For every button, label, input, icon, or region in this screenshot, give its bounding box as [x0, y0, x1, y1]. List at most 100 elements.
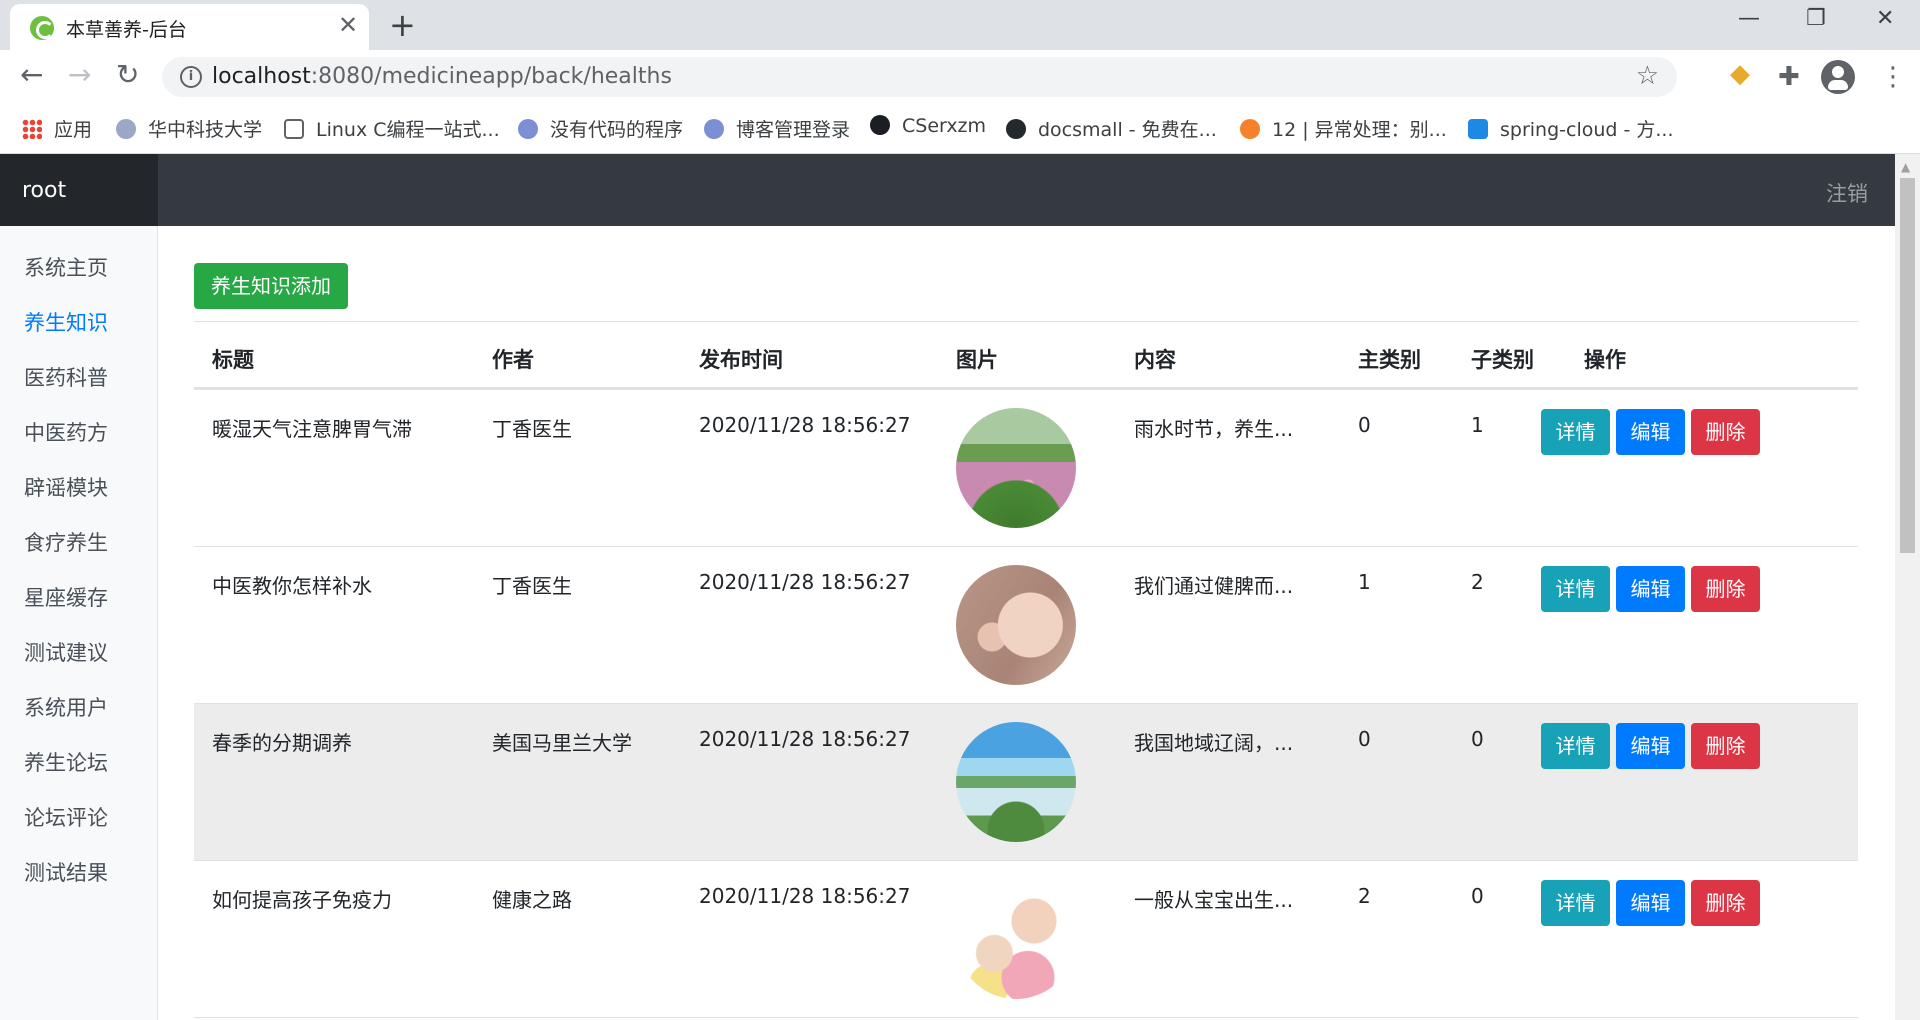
sidebar-item-test-advice[interactable]: 测试建议: [24, 637, 108, 667]
sidebar-item-forum[interactable]: 养生论坛: [24, 747, 108, 777]
sidebar-item-system-users[interactable]: 系统用户: [24, 692, 108, 722]
flowers-photo: [956, 408, 1076, 528]
bookmark-blog-admin[interactable]: 博客管理登录: [704, 115, 850, 142]
brand-root[interactable]: root: [0, 154, 158, 226]
scroll-up-arrow-icon[interactable]: ▲: [1901, 160, 1910, 174]
extensions-puzzle-icon[interactable]: ✚: [1778, 62, 1800, 92]
sidebar-item-test-results[interactable]: 测试结果: [24, 857, 108, 887]
logout-link[interactable]: 注销: [1826, 178, 1868, 208]
blog-icon: [704, 119, 724, 139]
sidebar-item-diet-therapy[interactable]: 食疗养生: [24, 527, 108, 557]
sidebar-item-home[interactable]: 系统主页: [24, 252, 108, 282]
cell-sub-category: 1: [1471, 413, 1484, 437]
leaf-favicon-icon: [30, 16, 54, 40]
bookmark-hust[interactable]: 华中科技大学: [116, 115, 262, 142]
cell-title: 春季的分期调养: [212, 731, 352, 755]
bookmark-apps[interactable]: 应用: [22, 115, 92, 142]
restore-icon[interactable]: ❐: [1806, 6, 1826, 31]
table-header: 标题 作者 发布时间 图片 内容 主类别 子类别 操作: [194, 321, 1858, 390]
tab-title: 本草善养-后台: [66, 19, 187, 41]
reload-icon[interactable]: ↻: [116, 58, 139, 91]
page-scrollbar[interactable]: ▲: [1895, 154, 1920, 1020]
column-publish-time: 发布时间: [699, 348, 783, 372]
column-main-category: 主类别: [1358, 348, 1421, 372]
delete-button[interactable]: 删除: [1691, 880, 1760, 926]
scrollbar-thumb[interactable]: [1900, 178, 1915, 553]
site-info-icon[interactable]: i: [180, 66, 202, 88]
bookmark-github[interactable]: CSerxzm: [870, 115, 986, 137]
delete-button[interactable]: 删除: [1691, 723, 1760, 769]
cell-content: 我国地域辽阔，...: [1134, 731, 1294, 755]
column-content: 内容: [1134, 348, 1176, 372]
add-health-knowledge-button[interactable]: 养生知识添加: [194, 263, 348, 309]
bookmark-spring-cloud[interactable]: spring-cloud - 方...: [1468, 115, 1674, 142]
f-icon: [1468, 119, 1488, 139]
bookmark-no-code[interactable]: 没有代码的程序: [518, 115, 683, 142]
detail-button[interactable]: 详情: [1541, 880, 1610, 926]
menu-kebab-icon[interactable]: ⋮: [1880, 62, 1906, 92]
column-actions: 操作: [1584, 348, 1626, 372]
sidebar-item-rumor[interactable]: 辟谣模块: [24, 472, 108, 502]
sidebar-item-medicine-science[interactable]: 医药科普: [24, 362, 108, 392]
cell-author: 丁香医生: [492, 417, 572, 441]
cell-author: 丁香医生: [492, 574, 572, 598]
sidebar-item-forum-comments[interactable]: 论坛评论: [24, 802, 108, 832]
sidebar-item-tcm-prescriptions[interactable]: 中医药方: [24, 417, 108, 447]
cell-main-category: 2: [1358, 884, 1371, 908]
detail-button[interactable]: 详情: [1541, 723, 1610, 769]
cell-content: 雨水时节，养生...: [1134, 417, 1294, 441]
new-tab-icon[interactable]: +: [389, 6, 416, 44]
bookmark-exception[interactable]: 12 | 异常处理：别...: [1240, 115, 1447, 142]
main-content: 养生知识添加 标题 作者 发布时间 图片 内容 主类别 子类别 操作 暖湿天气注…: [158, 226, 1895, 1020]
docsmall-icon: [1006, 119, 1026, 139]
sidebar-item-constellation-cache[interactable]: 星座缓存: [24, 582, 108, 612]
edit-button[interactable]: 编辑: [1616, 409, 1685, 455]
bookmarks-bar: 应用 华中科技大学 Linux C编程一站式... 没有代码的程序 博客管理登录…: [0, 104, 1920, 154]
back-icon[interactable]: ←: [20, 58, 43, 91]
delete-button[interactable]: 删除: [1691, 566, 1760, 612]
github-icon: [870, 115, 890, 135]
edit-button[interactable]: 编辑: [1616, 880, 1685, 926]
url-text: localhost:8080/medicineapp/back/healths: [212, 64, 672, 89]
bookmark-docsmall[interactable]: docsmall - 免费在...: [1006, 115, 1217, 142]
table-row: 如何提高孩子免疫力 健康之路 2020/11/28 18:56:27 一般从宝宝…: [194, 861, 1858, 1018]
bookmark-linux-c[interactable]: Linux C编程一站式...: [284, 115, 500, 142]
table-row: 暖湿天气注意脾胃气滞 丁香医生 2020/11/28 18:56:27 雨水时节…: [194, 390, 1858, 547]
browser-toolbar: ← → ↻ i localhost:8080/medicineapp/back/…: [0, 50, 1920, 104]
profile-avatar-icon[interactable]: [1821, 60, 1855, 94]
cell-title: 中医教你怎样补水: [212, 574, 372, 598]
detail-button[interactable]: 详情: [1541, 566, 1610, 612]
health-knowledge-table: 标题 作者 发布时间 图片 内容 主类别 子类别 操作 暖湿天气注意脾胃气滞 丁…: [194, 321, 1858, 1018]
apps-grid-icon: [22, 119, 42, 139]
cell-content: 我们通过健脾而...: [1134, 574, 1294, 598]
browser-tab[interactable]: 本草善养-后台 ✕: [10, 4, 369, 50]
cell-author: 美国马里兰大学: [492, 731, 632, 755]
sidebar-item-health-knowledge[interactable]: 养生知识: [24, 307, 108, 337]
edit-button[interactable]: 编辑: [1616, 566, 1685, 612]
minimize-icon[interactable]: —: [1738, 6, 1760, 31]
bookmark-star-icon[interactable]: ☆: [1636, 61, 1659, 91]
cell-time: 2020/11/28 18:56:27: [699, 570, 911, 594]
column-title: 标题: [212, 348, 254, 372]
edit-button[interactable]: 编辑: [1616, 723, 1685, 769]
column-sub-category: 子类别: [1471, 348, 1534, 372]
column-image: 图片: [956, 348, 998, 372]
column-author: 作者: [492, 348, 534, 372]
kids-photo: [956, 879, 1076, 999]
app-navbar: root 注销: [0, 154, 1920, 226]
cell-time: 2020/11/28 18:56:27: [699, 727, 911, 751]
extension-shield-icon[interactable]: ◆: [1730, 59, 1750, 89]
cell-title: 如何提高孩子免疫力: [212, 888, 392, 912]
forward-icon[interactable]: →: [68, 58, 91, 91]
tab-strip: 本草善养-后台 ✕ + — ❐ ✕: [0, 0, 1920, 50]
cell-title: 暖湿天气注意脾胃气滞: [212, 417, 412, 441]
address-bar[interactable]: i localhost:8080/medicineapp/back/health…: [162, 57, 1677, 97]
cell-sub-category: 0: [1471, 727, 1484, 751]
window-close-icon[interactable]: ✕: [1876, 6, 1894, 31]
cell-main-category: 0: [1358, 727, 1371, 751]
delete-button[interactable]: 删除: [1691, 409, 1760, 455]
cell-main-category: 1: [1358, 570, 1371, 594]
close-tab-icon[interactable]: ✕: [338, 11, 358, 39]
detail-button[interactable]: 详情: [1541, 409, 1610, 455]
table-row: 春季的分期调养 美国马里兰大学 2020/11/28 18:56:27 我国地域…: [194, 704, 1858, 861]
